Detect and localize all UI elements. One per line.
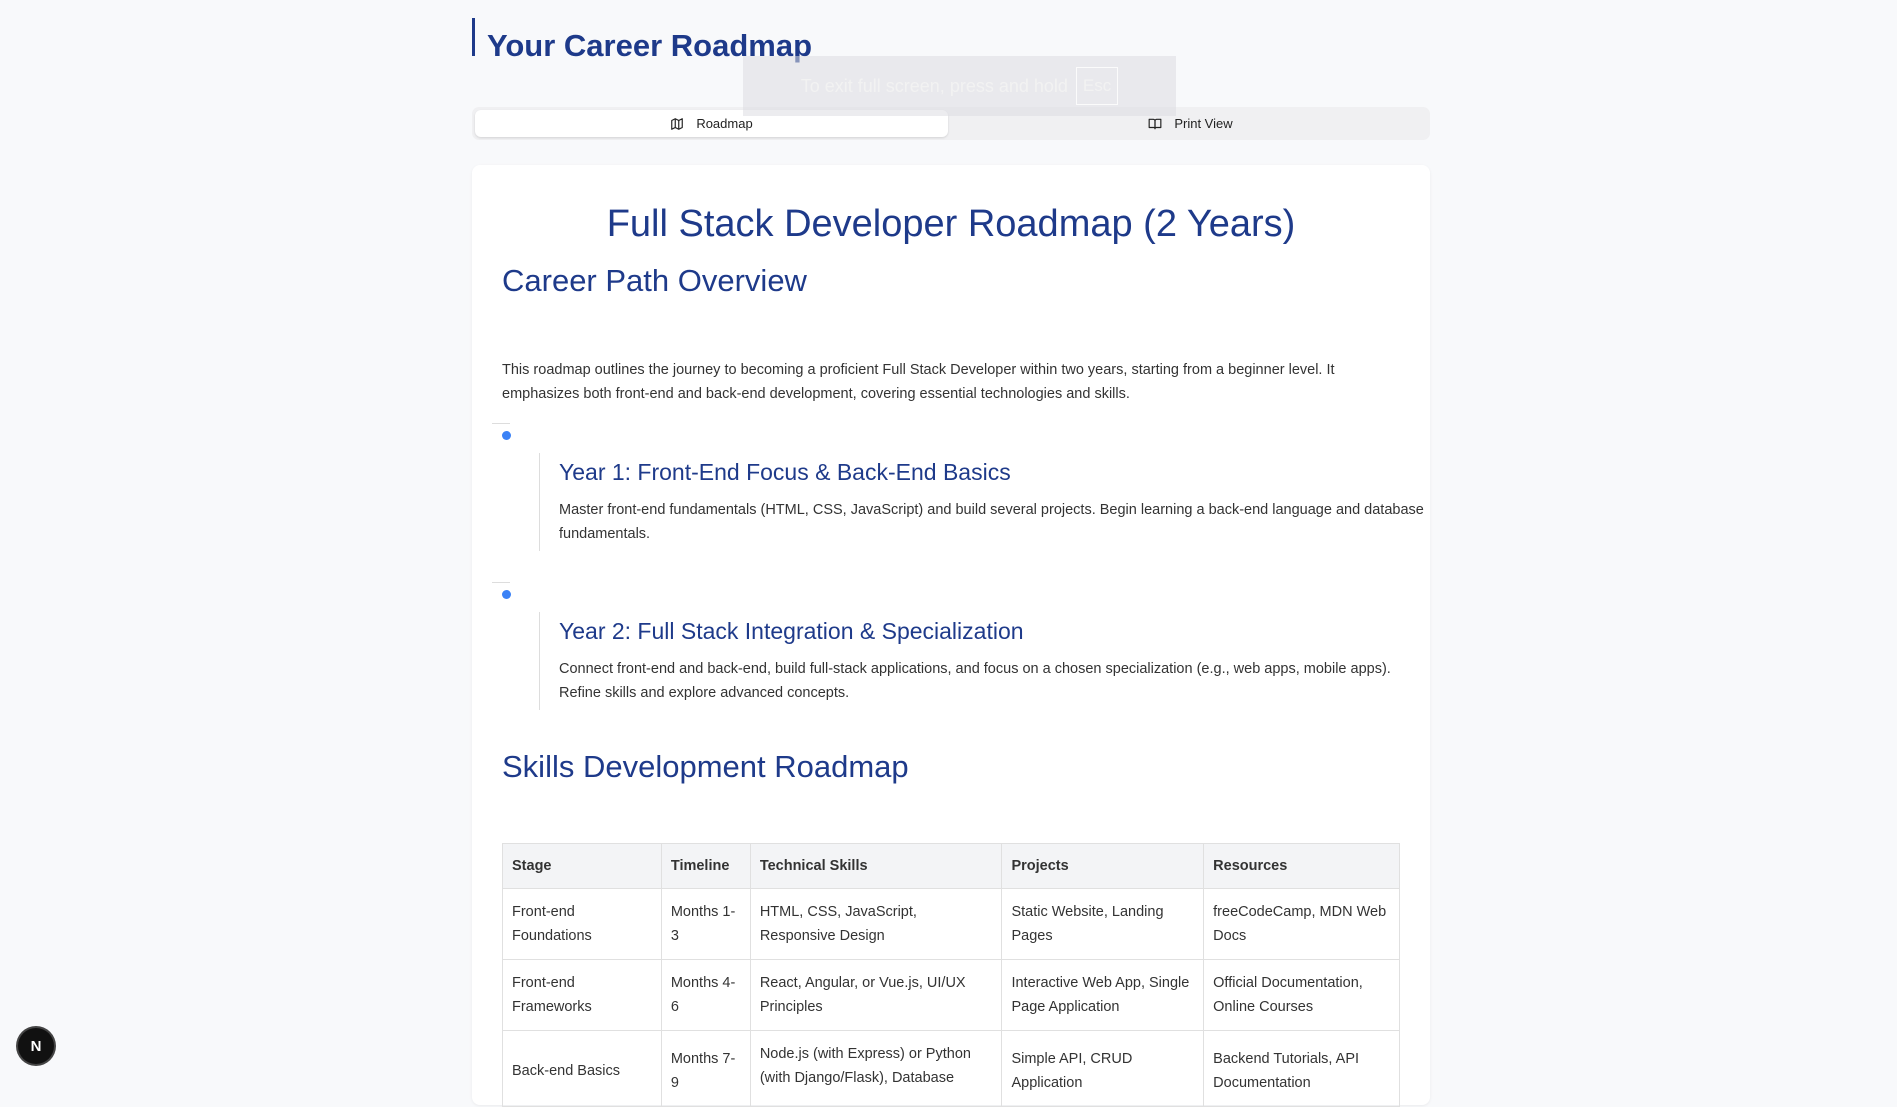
- skills-heading: Skills Development Roadmap: [502, 749, 909, 784]
- timeline-tick: [492, 582, 510, 583]
- skills-table: Stage Timeline Technical Skills Projects…: [502, 843, 1400, 1107]
- table-cell: React, Angular, or Vue.js, UI/UX Princip…: [749, 959, 1003, 1031]
- milestone-body: Year 1: Front-End Focus & Back-End Basic…: [539, 453, 1430, 551]
- table-cell: Backend Tutorials, API Documentation: [1203, 1030, 1400, 1107]
- table-header-row: Stage Timeline Technical Skills Projects…: [502, 843, 1400, 889]
- column-header-resources: Resources: [1203, 843, 1400, 889]
- column-header-stage: Stage: [502, 843, 662, 889]
- map-icon: [671, 117, 684, 130]
- table-cell: Static Website, Landing Pages: [1001, 888, 1205, 960]
- table-cell: Back-end Basics: [502, 1030, 662, 1107]
- timeline-dot-icon: [502, 590, 511, 599]
- tab-roadmap-label: Roadmap: [696, 116, 753, 131]
- table-cell: Node.js (with Express) or Python (with D…: [749, 1030, 1003, 1107]
- table-cell: Months 7-9: [660, 1030, 751, 1107]
- column-header-timeline: Timeline: [660, 843, 751, 889]
- esc-key-hint: Esc: [1075, 67, 1119, 105]
- table-cell: HTML, CSS, JavaScript, Responsive Design: [749, 888, 1003, 960]
- table-cell: freeCodeCamp, MDN Web Docs: [1203, 888, 1400, 960]
- table-row: Front-end Frameworks Months 4-6 React, A…: [502, 959, 1400, 1031]
- roadmap-card: Full Stack Developer Roadmap (2 Years) C…: [472, 165, 1430, 1107]
- milestone-text: Master front-end fundamentals (HTML, CSS…: [559, 502, 1424, 542]
- table-row: Front-end Foundations Months 1-3 HTML, C…: [502, 888, 1400, 960]
- table-cell: Front-end Frameworks: [502, 959, 662, 1031]
- page-title-text: Your Career Roadmap: [487, 28, 813, 63]
- page-title: Your Career Roadmap: [472, 18, 812, 61]
- milestone-title: Year 1: Front-End Focus & Back-End Basic…: [559, 459, 1011, 485]
- table-cell: Simple API, CRUD Application: [1001, 1030, 1205, 1107]
- milestone-title: Year 2: Full Stack Integration & Special…: [559, 618, 1024, 644]
- fullscreen-exit-toast: To exit full screen, press and hold Esc: [743, 56, 1176, 116]
- career-overview-heading: Career Path Overview: [502, 263, 807, 298]
- table-cell: Official Documentation, Online Courses: [1203, 959, 1400, 1031]
- timeline-tick: [492, 423, 510, 424]
- table-cell: Months 1-3: [660, 888, 751, 960]
- career-overview-text: This roadmap outlines the journey to bec…: [502, 362, 1335, 402]
- dev-badge-label: N: [30, 1037, 42, 1055]
- table-row: Back-end Basics Months 7-9 Node.js (with…: [502, 1030, 1400, 1107]
- column-header-technical-skills: Technical Skills: [749, 843, 1003, 889]
- roadmap-title: Full Stack Developer Roadmap (2 Years): [606, 203, 1296, 245]
- column-header-projects: Projects: [1001, 843, 1205, 889]
- tab-print-view-label: Print View: [1174, 116, 1233, 131]
- milestone-text: Connect front-end and back-end, build fu…: [559, 661, 1391, 701]
- book-open-icon: [1148, 118, 1162, 129]
- timeline-dot-icon: [502, 431, 511, 440]
- table-cell: Months 4-6: [660, 959, 751, 1031]
- milestone-body: Year 2: Full Stack Integration & Special…: [539, 612, 1430, 710]
- table-cell: Interactive Web App, Single Page Applica…: [1001, 959, 1205, 1031]
- table-cell: Front-end Foundations: [502, 888, 662, 960]
- dev-tools-badge-button[interactable]: N: [18, 1028, 54, 1064]
- fullscreen-toast-text: To exit full screen, press and hold: [800, 75, 1068, 96]
